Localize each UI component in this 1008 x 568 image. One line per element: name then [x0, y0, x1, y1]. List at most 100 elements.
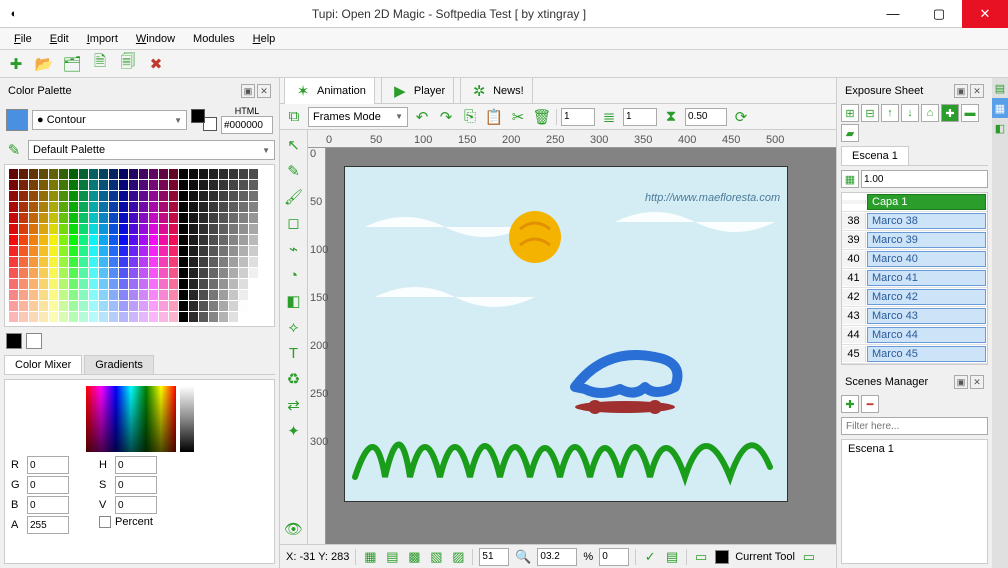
- exp-lock-icon[interactable]: ⌂: [921, 104, 939, 122]
- brush-tool-icon[interactable]: 🖌: [283, 186, 305, 208]
- recent-color-2[interactable]: [26, 333, 42, 349]
- tweening-tool-icon[interactable]: ⇄: [283, 394, 305, 416]
- r-input[interactable]: 0: [27, 456, 69, 474]
- grid5-icon[interactable]: ▨: [450, 549, 466, 565]
- open-icon[interactable]: 📂: [34, 54, 54, 74]
- menu-modules[interactable]: Modules: [185, 31, 243, 47]
- paste-icon[interactable]: 📋: [484, 107, 504, 127]
- h-input[interactable]: 0: [115, 456, 157, 474]
- eye-tool-icon[interactable]: 👁: [283, 518, 305, 540]
- exposure-row[interactable]: 41Marco 41: [842, 269, 987, 288]
- path-tool-icon[interactable]: ✦: [283, 420, 305, 442]
- grid2-icon[interactable]: ▤: [384, 549, 400, 565]
- frame-spin-3[interactable]: 0.50: [685, 108, 727, 126]
- close-panel-icon[interactable]: ✕: [257, 84, 271, 98]
- drawing-paper[interactable]: http://www.maefloresta.com: [344, 166, 788, 502]
- menu-help[interactable]: Help: [245, 31, 284, 47]
- frame-spin-2[interactable]: 1: [623, 108, 657, 126]
- close-button[interactable]: ✕: [962, 0, 1008, 28]
- scene-filter-input[interactable]: [841, 417, 988, 435]
- exposure-row[interactable]: 43Marco 43: [842, 307, 987, 326]
- pencil-tool-icon[interactable]: ✎: [283, 160, 305, 182]
- exp-scale-icon[interactable]: ▦: [841, 170, 859, 188]
- tab-color-mixer[interactable]: Color Mixer: [4, 355, 82, 374]
- scenes-undock-icon[interactable]: ▣: [954, 375, 968, 389]
- menu-file[interactable]: File: [6, 31, 40, 47]
- exposure-row[interactable]: 45Marco 45: [842, 345, 987, 364]
- grid4-icon[interactable]: ▧: [428, 549, 444, 565]
- exposure-row[interactable]: 39Marco 39: [842, 231, 987, 250]
- current-tool-color[interactable]: [715, 550, 729, 564]
- status-spin-2[interactable]: 03.2: [537, 548, 577, 566]
- exposure-undock-icon[interactable]: ▣: [954, 84, 968, 98]
- object-tool-icon[interactable]: ♻: [283, 368, 305, 390]
- select-tool-icon[interactable]: ↖: [283, 134, 305, 156]
- hue-sat-picker[interactable]: [86, 386, 176, 452]
- maximize-button[interactable]: ▢: [916, 0, 962, 28]
- minimize-button[interactable]: —: [870, 0, 916, 28]
- save-as-icon[interactable]: 🗐: [118, 54, 138, 74]
- eyedropper-tool-icon[interactable]: ⟡: [283, 316, 305, 338]
- status-spin-1[interactable]: 51: [479, 548, 509, 566]
- palette-combo[interactable]: Default Palette▼: [28, 140, 275, 160]
- eraser-tool-icon[interactable]: ◧: [283, 290, 305, 312]
- trash-icon[interactable]: 🗑: [532, 107, 552, 127]
- menu-import[interactable]: Import: [79, 31, 126, 47]
- exposure-scene-tab[interactable]: Escena 1: [841, 146, 909, 165]
- dock-tab-3[interactable]: ◧: [992, 118, 1008, 138]
- fg-bg-swatch[interactable]: [191, 109, 217, 131]
- s-input[interactable]: 0: [115, 476, 157, 494]
- value-slider[interactable]: [180, 386, 194, 452]
- undo-icon[interactable]: ↶: [412, 107, 432, 127]
- scene-add-icon[interactable]: ✚: [841, 395, 859, 413]
- exp-up-icon[interactable]: ↑: [881, 104, 899, 122]
- b-input[interactable]: 0: [27, 496, 69, 514]
- scene-remove-icon[interactable]: ━: [861, 395, 879, 413]
- tab-animation[interactable]: ✶Animation: [284, 78, 375, 104]
- menu-window[interactable]: Window: [128, 31, 183, 47]
- check-icon[interactable]: ✓: [642, 549, 658, 565]
- copy-icon[interactable]: ⎘: [460, 107, 480, 127]
- v-input[interactable]: 0: [115, 496, 157, 514]
- exp-plus-icon[interactable]: ✚: [941, 104, 959, 122]
- delete-icon[interactable]: ✖: [146, 54, 166, 74]
- tab-gradients[interactable]: Gradients: [84, 355, 154, 374]
- contour-combo[interactable]: ● Contour▼: [32, 110, 187, 130]
- save-icon[interactable]: 🗎: [90, 54, 110, 74]
- scene-item[interactable]: Escena 1: [842, 440, 987, 458]
- exp-folder-icon[interactable]: ▬: [961, 104, 979, 122]
- undock-icon[interactable]: ▣: [241, 84, 255, 98]
- open-alt-icon[interactable]: 🗂: [62, 54, 82, 74]
- polyline-tool-icon[interactable]: ⌁: [283, 238, 305, 260]
- dock-tab-2[interactable]: ▦: [992, 98, 1008, 118]
- refresh-icon[interactable]: ⟳: [731, 107, 751, 127]
- palette-grid[interactable]: [4, 164, 275, 327]
- layers-icon[interactable]: ≣: [599, 107, 619, 127]
- redo-icon[interactable]: ↷: [436, 107, 456, 127]
- frames-mode-combo[interactable]: Frames Mode▼: [308, 107, 408, 127]
- exp-add-icon[interactable]: ⊞: [841, 104, 859, 122]
- shape-tool-icon[interactable]: ◻: [283, 212, 305, 234]
- fill-tool-icon[interactable]: ◔: [283, 264, 305, 286]
- exposure-row[interactable]: 40Marco 40: [842, 250, 987, 269]
- menu-edit[interactable]: Edit: [42, 31, 77, 47]
- new-icon[interactable]: ✚: [6, 54, 26, 74]
- grid-icon[interactable]: ▦: [362, 549, 378, 565]
- g-input[interactable]: 0: [27, 476, 69, 494]
- html-color-input[interactable]: [221, 116, 273, 134]
- current-color-swatch[interactable]: [6, 109, 28, 131]
- exp-scale-input[interactable]: 1.00: [861, 170, 988, 188]
- text-tool-icon[interactable]: T: [283, 342, 305, 364]
- canvas-stage[interactable]: http://www.maefloresta.com: [326, 148, 836, 544]
- exposure-row[interactable]: 44Marco 44: [842, 326, 987, 345]
- exposure-row[interactable]: 38Marco 38: [842, 212, 987, 231]
- link-icon[interactable]: ⧗: [661, 107, 681, 127]
- layers-status-icon[interactable]: ▤: [664, 549, 680, 565]
- exp-down-icon[interactable]: ↓: [901, 104, 919, 122]
- percent-checkbox[interactable]: [99, 516, 111, 528]
- exp-remove-icon[interactable]: ⊟: [861, 104, 879, 122]
- tab-news[interactable]: ✲News!: [460, 78, 533, 104]
- status-spin-3[interactable]: 0: [599, 548, 629, 566]
- exposure-row[interactable]: 42Marco 42: [842, 288, 987, 307]
- recent-color-1[interactable]: [6, 333, 22, 349]
